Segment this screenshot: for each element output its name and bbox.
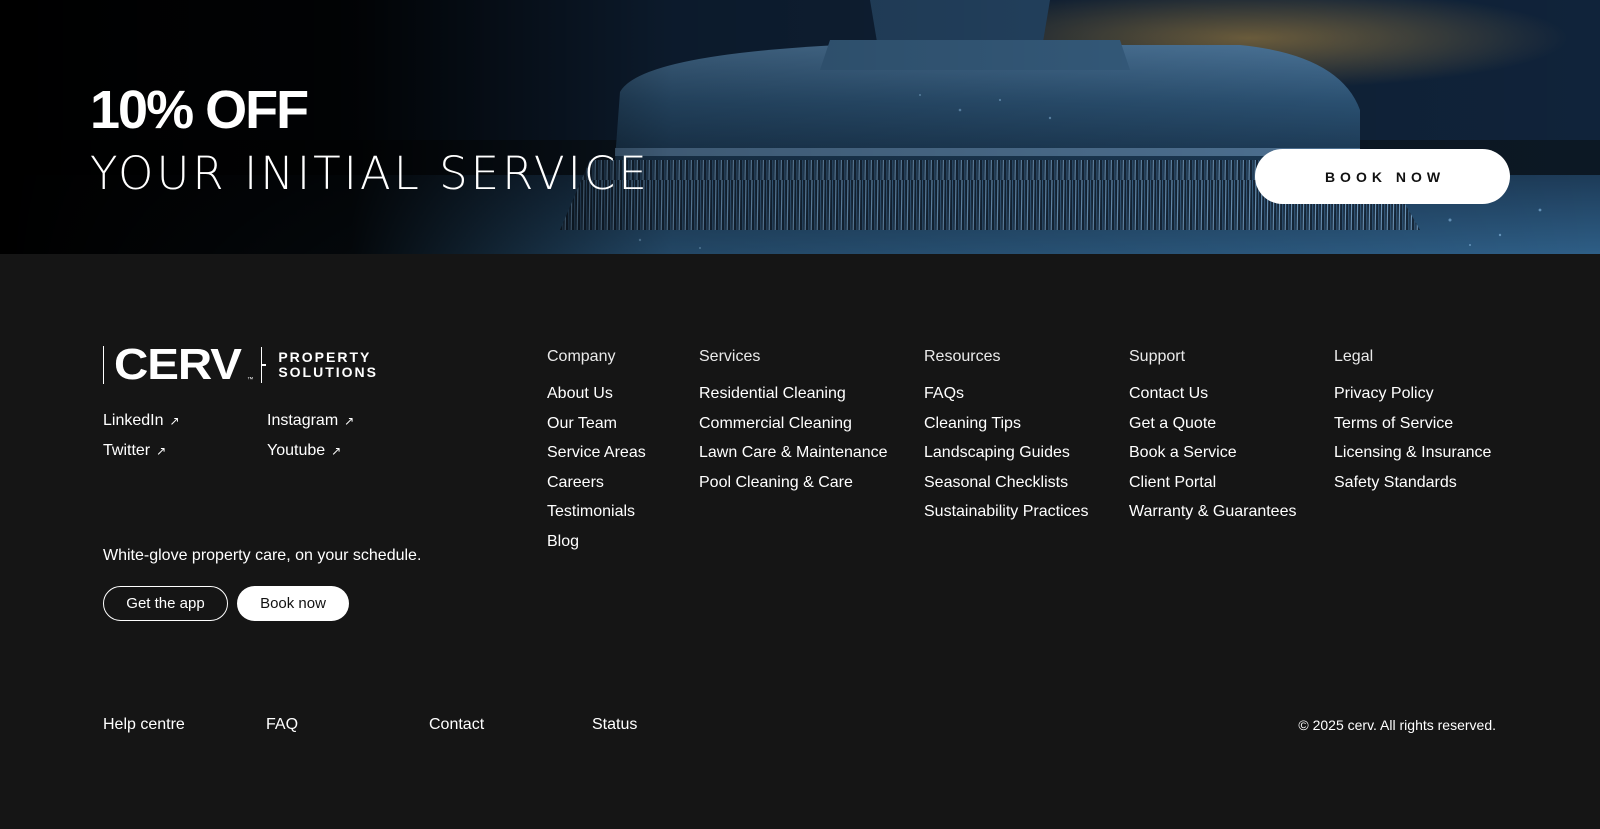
promo-title: 10% OFF — [90, 80, 309, 140]
footer-column-legal: Legal Privacy Policy Terms of Service Li… — [1334, 348, 1491, 503]
footer-link[interactable]: Pool Cleaning & Care — [699, 474, 888, 494]
logo-wordmark: CERV — [113, 340, 242, 389]
copyright-text: © 2025 cerv. All rights reserved. — [1298, 717, 1496, 733]
footer-link[interactable]: Client Portal — [1129, 474, 1296, 494]
footer-link[interactable]: About Us — [547, 385, 646, 405]
external-arrow-icon: ↗ — [156, 444, 167, 458]
logo-dash — [261, 364, 267, 366]
footer-link[interactable]: Lawn Care & Maintenance — [699, 444, 888, 464]
footer-link[interactable]: Residential Cleaning — [699, 385, 888, 405]
logo-bar — [103, 346, 104, 384]
footer-column-support: Support Contact Us Get a Quote Book a Se… — [1129, 348, 1296, 533]
external-arrow-icon: ↗ — [344, 414, 355, 428]
footer-column-resources: Resources FAQs Cleaning Tips Landscaping… — [924, 348, 1089, 533]
footer-link[interactable]: FAQs — [924, 385, 1089, 405]
social-link-instagram[interactable]: Instagram ↗ — [267, 412, 354, 430]
footer-link[interactable]: Blog — [547, 533, 646, 553]
footer-link[interactable]: Seasonal Checklists — [924, 474, 1089, 494]
social-label: LinkedIn — [103, 412, 164, 429]
logo-trademark: ™ — [247, 377, 254, 383]
footer-link[interactable]: Careers — [547, 474, 646, 494]
social-label: Instagram — [267, 412, 339, 429]
footer-tagline: White-glove property care, on your sched… — [103, 547, 422, 564]
footer-link[interactable]: Testimonials — [547, 503, 646, 523]
status-link[interactable]: Status — [592, 716, 637, 734]
footer-column-company: Company About Us Our Team Service Areas … — [547, 348, 646, 563]
footer-column-services: Services Residential Cleaning Commercial… — [699, 348, 888, 503]
social-label: Twitter — [103, 442, 151, 459]
promo-banner: 10% OFF YOUR INITIAL SERVICE BOOK NOW — [0, 0, 1600, 254]
footer-link[interactable]: Commercial Cleaning — [699, 415, 888, 435]
social-link-linkedin[interactable]: LinkedIn ↗ — [103, 412, 180, 430]
external-arrow-icon: ↗ — [331, 444, 342, 458]
column-heading: Services — [699, 348, 761, 365]
external-arrow-icon: ↗ — [169, 414, 180, 428]
footer-link[interactable]: Privacy Policy — [1334, 385, 1491, 405]
footer-link[interactable]: Sustainability Practices — [924, 503, 1089, 523]
faq-link[interactable]: FAQ — [266, 716, 298, 734]
logo-sub-line2: SOLUTIONS — [278, 364, 378, 380]
promo-subtitle: YOUR INITIAL SERVICE — [90, 147, 650, 200]
social-label: Youtube — [267, 442, 326, 459]
column-heading: Legal — [1334, 348, 1374, 365]
help-centre-link[interactable]: Help centre — [103, 716, 185, 734]
footer-link[interactable]: Landscaping Guides — [924, 444, 1089, 464]
book-now-button[interactable]: BOOK NOW — [1255, 149, 1510, 204]
column-heading: Company — [547, 348, 616, 365]
get-app-button[interactable]: Get the app — [103, 586, 228, 621]
footer-link[interactable]: Warranty & Guarantees — [1129, 503, 1296, 523]
footer-link[interactable]: Terms of Service — [1334, 415, 1491, 435]
footer-link[interactable]: Contact Us — [1129, 385, 1296, 405]
logo-tagline: PROPERTY SOLUTIONS — [278, 350, 378, 380]
social-link-twitter[interactable]: Twitter ↗ — [103, 442, 166, 460]
footer-link[interactable]: Cleaning Tips — [924, 415, 1089, 435]
footer-link[interactable]: Safety Standards — [1334, 474, 1491, 494]
contact-link[interactable]: Contact — [429, 716, 484, 734]
footer-link[interactable]: Licensing & Insurance — [1334, 444, 1491, 464]
column-heading: Support — [1129, 348, 1186, 365]
footer-link[interactable]: Book a Service — [1129, 444, 1296, 464]
column-heading: Resources — [924, 348, 1001, 365]
footer-link[interactable]: Get a Quote — [1129, 415, 1296, 435]
site-footer: CERV ™ PROPERTY SOLUTIONS LinkedIn ↗ Ins… — [0, 254, 1600, 829]
book-now-footer-button[interactable]: Book now — [237, 586, 349, 621]
logo-sub-line1: PROPERTY — [278, 349, 372, 365]
cerv-logo[interactable]: CERV ™ PROPERTY SOLUTIONS — [103, 340, 378, 389]
footer-link[interactable]: Our Team — [547, 415, 646, 435]
footer-link[interactable]: Service Areas — [547, 444, 646, 464]
social-link-youtube[interactable]: Youtube ↗ — [267, 442, 341, 460]
